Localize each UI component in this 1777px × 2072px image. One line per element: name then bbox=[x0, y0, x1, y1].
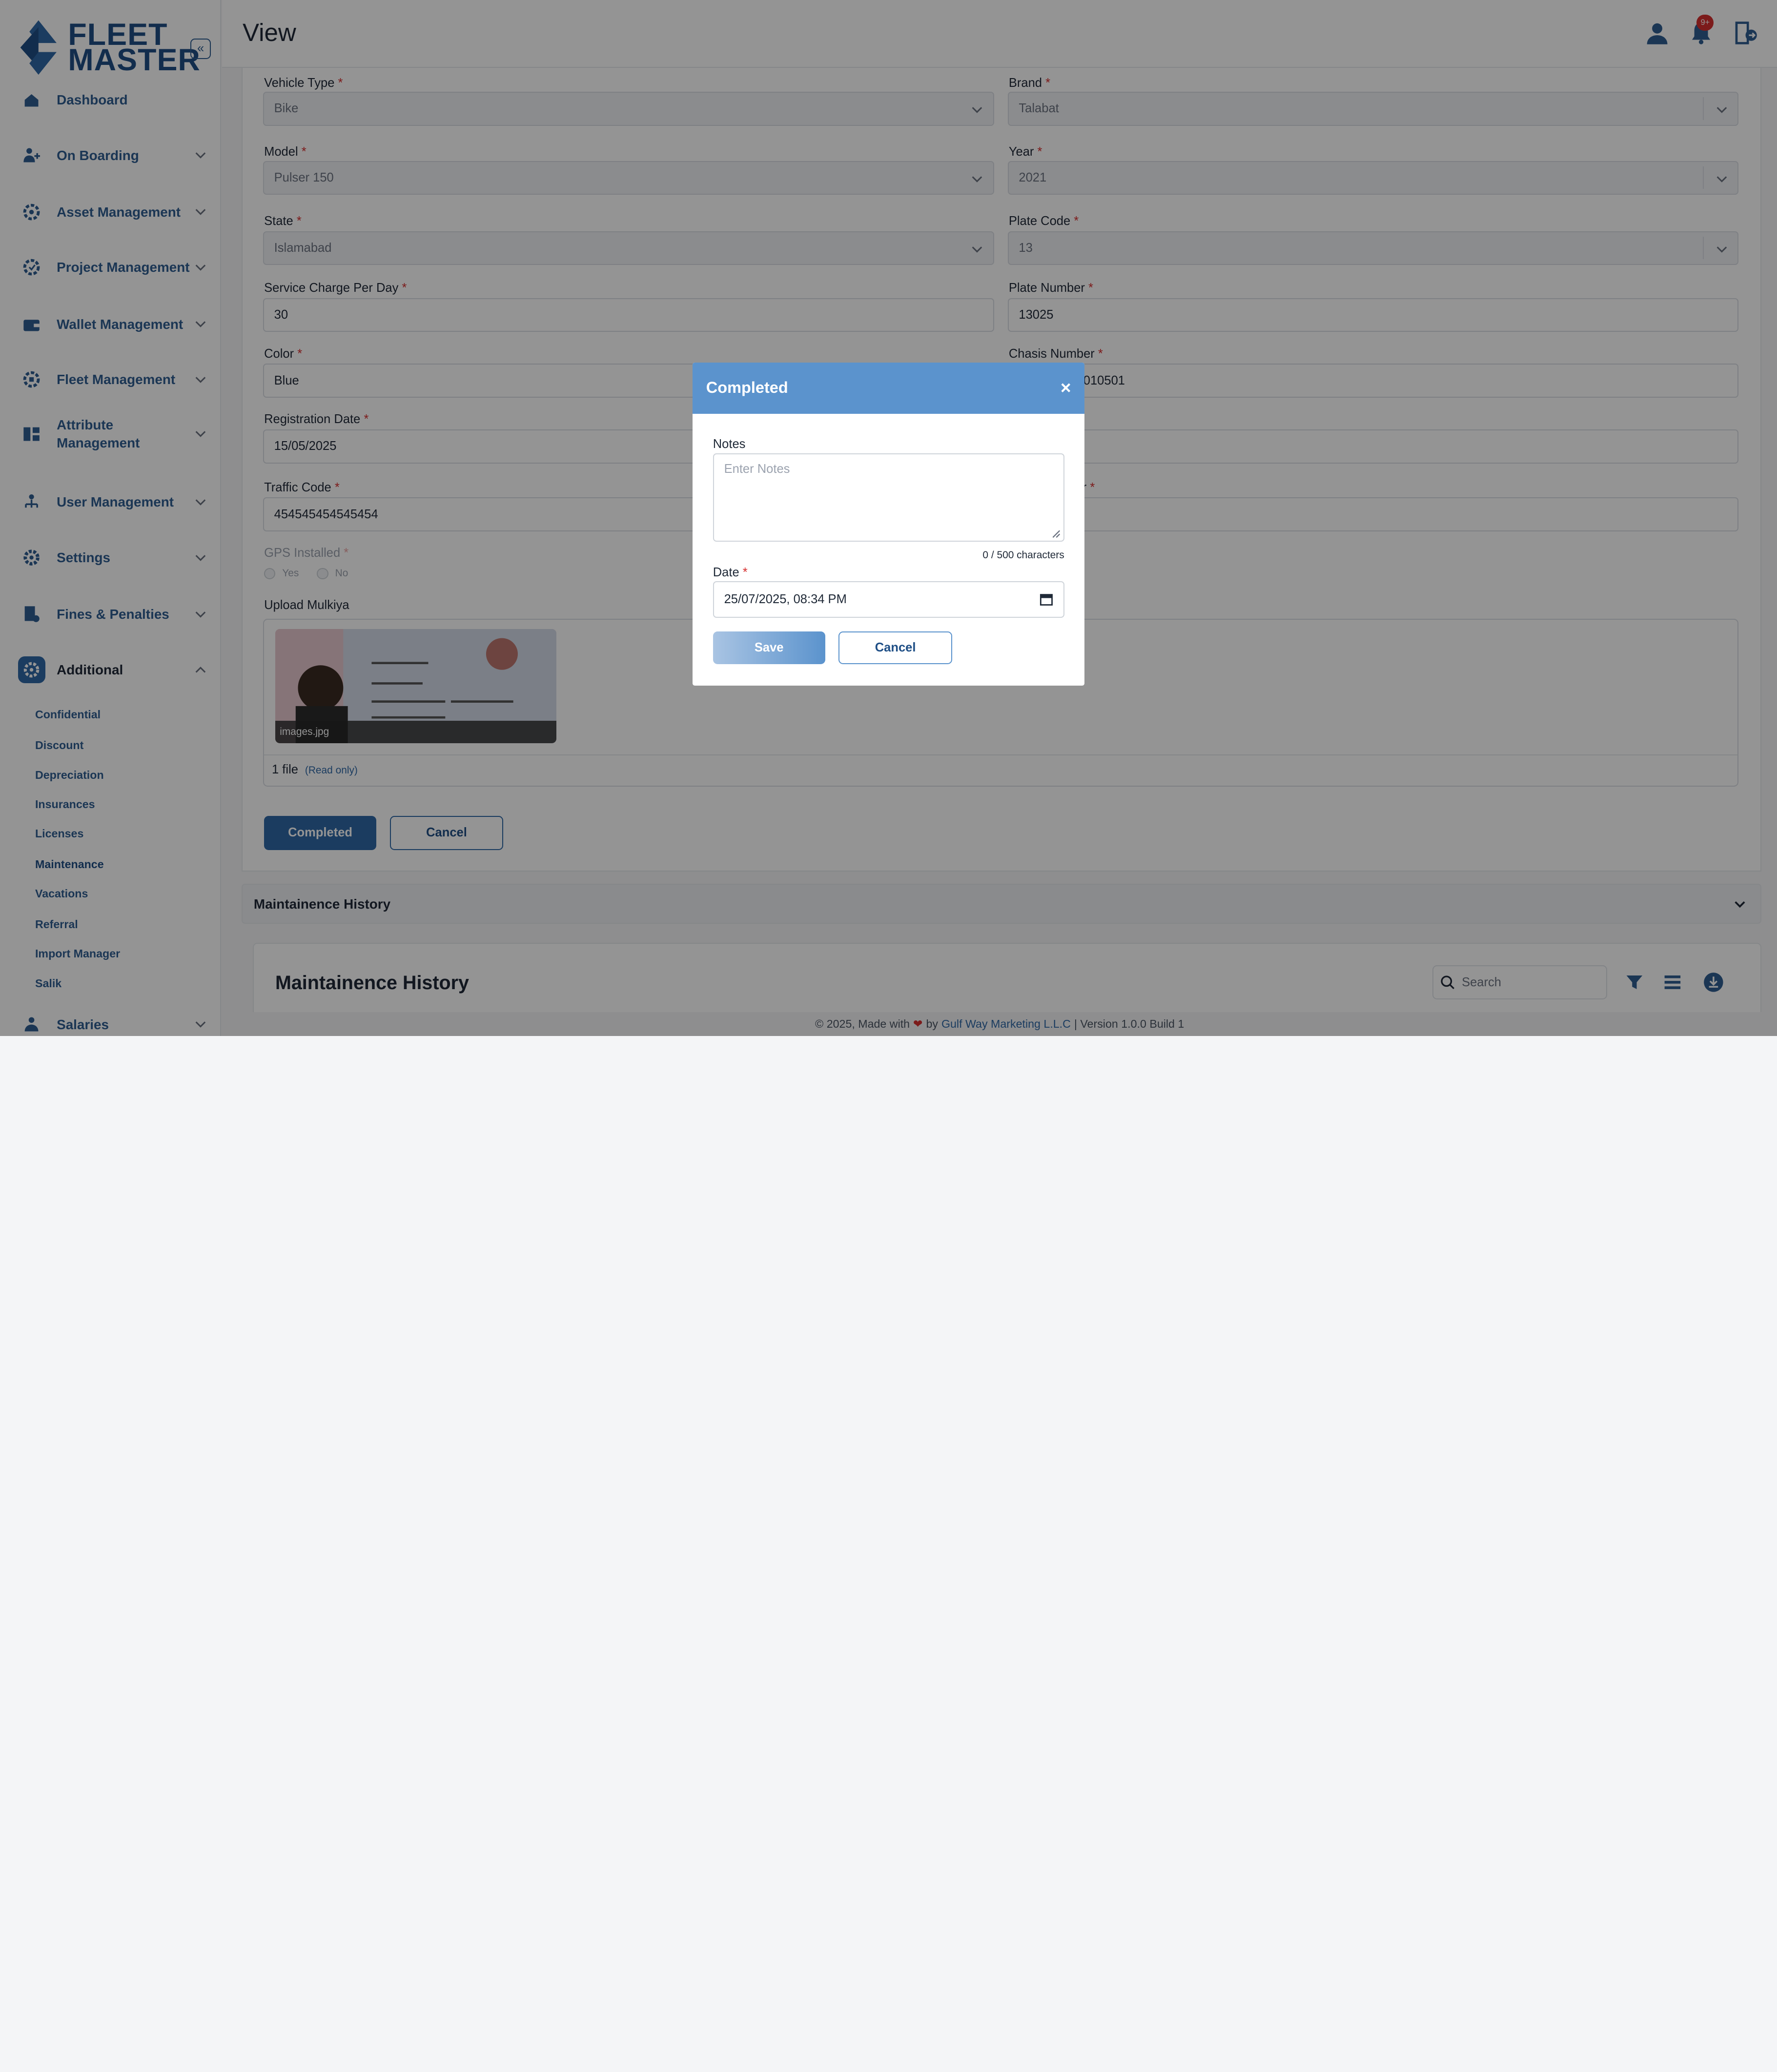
modal-header: Completed × bbox=[692, 363, 1085, 414]
date-input[interactable]: 25/07/2025, 08:34 PM bbox=[713, 581, 1064, 618]
notes-label: Notes bbox=[713, 437, 746, 451]
modal-save-button[interactable]: Save bbox=[713, 631, 825, 664]
close-icon[interactable]: × bbox=[1061, 378, 1071, 397]
notes-char-count: 0 / 500 characters bbox=[982, 549, 1064, 561]
date-label: Date * bbox=[713, 565, 748, 579]
completed-modal: Completed × Notes Enter Notes 0 / 500 ch… bbox=[692, 363, 1085, 686]
modal-cancel-button[interactable]: Cancel bbox=[838, 631, 952, 664]
calendar-icon[interactable] bbox=[1040, 592, 1053, 606]
modal-title: Completed bbox=[706, 378, 788, 396]
resize-handle-icon bbox=[1052, 530, 1061, 538]
app-root: FLEET MASTER « Dashboard On Boarding Asset… bbox=[0, 0, 1777, 1036]
notes-textarea[interactable]: Enter Notes bbox=[713, 453, 1064, 542]
